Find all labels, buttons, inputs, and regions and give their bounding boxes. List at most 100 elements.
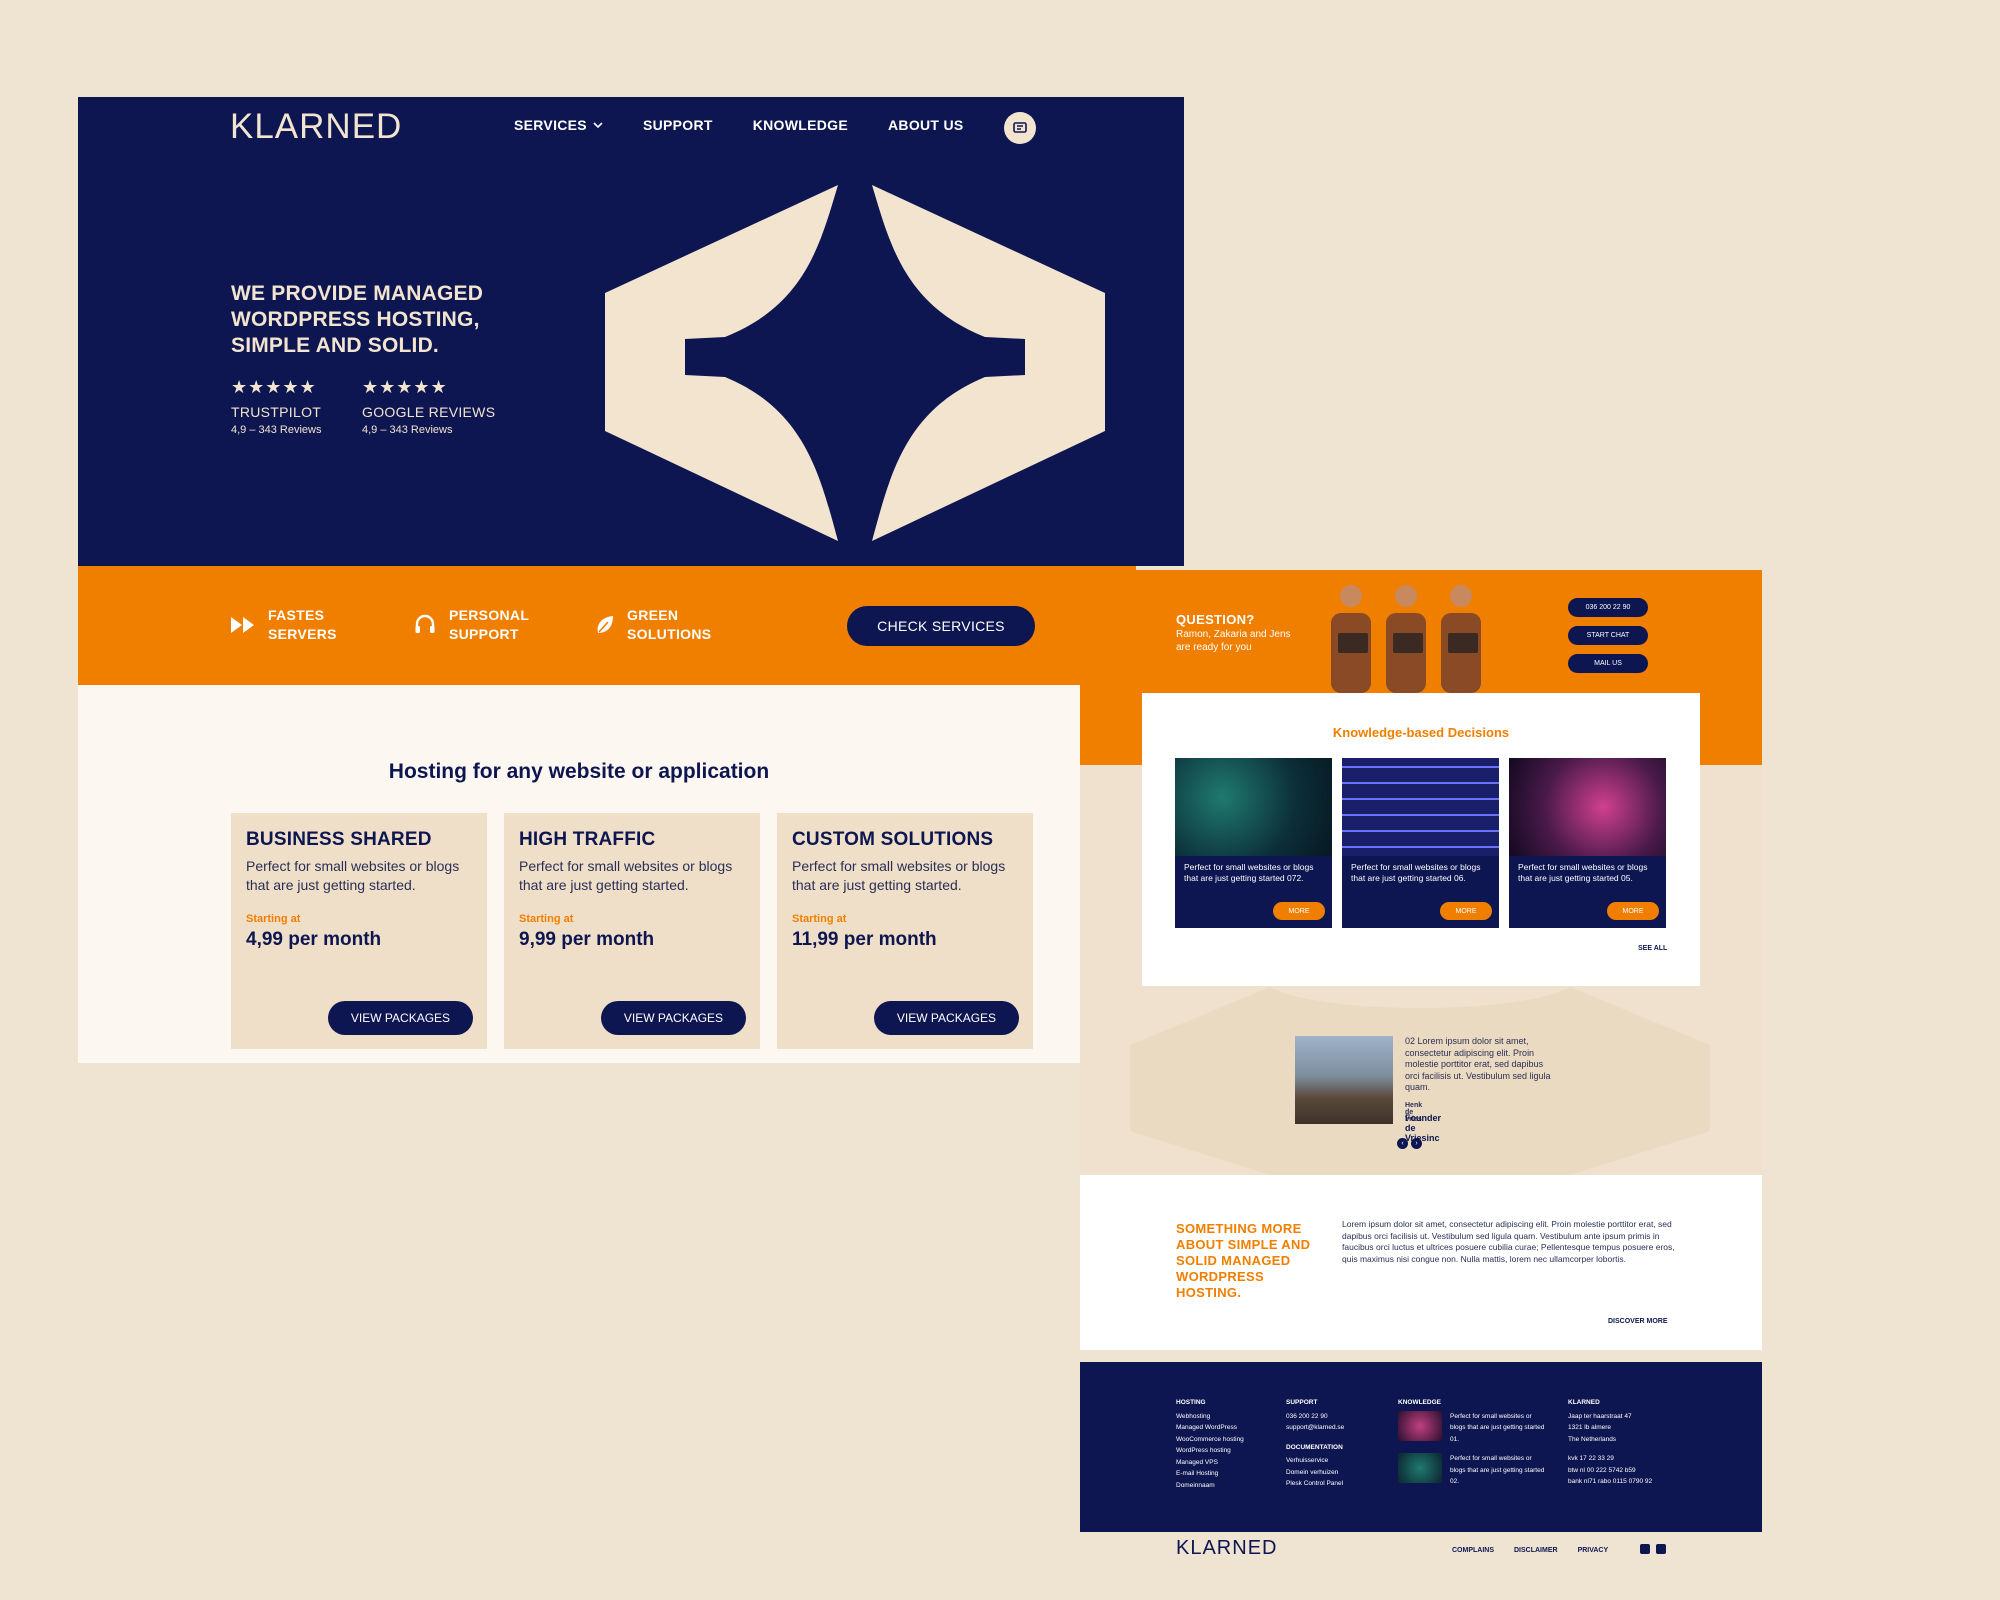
see-all-link[interactable]: SEE ALL bbox=[1638, 945, 1667, 952]
footer-link[interactable]: Domeinnaam bbox=[1176, 1480, 1244, 1492]
review-count: 4,9 – 343 Reviews bbox=[231, 424, 322, 436]
card-description: Perfect for small websites or blogs that… bbox=[246, 858, 460, 893]
hosting-card-business-shared: BUSINESS SHARED Perfect for small websit… bbox=[231, 813, 487, 1049]
footer-link[interactable]: Managed WordPress bbox=[1176, 1422, 1244, 1434]
chevron-right-icon[interactable]: › bbox=[1411, 1138, 1422, 1149]
nav-about-us[interactable]: ABOUT US bbox=[888, 117, 964, 133]
knowledge-text: Perfect for small websites or blogs that… bbox=[1184, 862, 1314, 883]
knowledge-card[interactable]: Perfect for small websites or blogs that… bbox=[1175, 758, 1332, 928]
nav-knowledge[interactable]: KNOWLEDGE bbox=[753, 117, 848, 133]
price-label: Starting at bbox=[246, 913, 301, 925]
support-team-image bbox=[1331, 585, 1481, 693]
price-value: 4,99 per month bbox=[246, 929, 382, 950]
discover-more-link[interactable]: DISCOVER MORE bbox=[1608, 1318, 1668, 1325]
question-title: QUESTION? bbox=[1176, 612, 1255, 627]
knowledge-card[interactable]: Perfect for small websites or blogs that… bbox=[1342, 758, 1499, 928]
more-button[interactable]: MORE bbox=[1607, 902, 1659, 920]
check-services-button[interactable]: CHECK SERVICES bbox=[847, 606, 1035, 646]
footer-link[interactable]: Managed VPS bbox=[1176, 1457, 1244, 1469]
about-text: Lorem ipsum dolor sit amet, consectetur … bbox=[1342, 1219, 1675, 1264]
footer-knowledge-item[interactable]: Perfect for small websites or blogs that… bbox=[1398, 1453, 1548, 1488]
hero-section: KLARNED SERVICES SUPPORT KNOWLEDGE ABOUT… bbox=[78, 97, 1184, 566]
feature-green-solutions: GREEN SOLUTIONS bbox=[595, 606, 711, 644]
testimonial: 02 Lorem ipsum dolor sit amet, consectet… bbox=[1295, 1036, 1551, 1143]
price-label: Starting at bbox=[519, 913, 574, 925]
start-chat-button[interactable]: START CHAT bbox=[1568, 626, 1648, 645]
footer-link[interactable]: 036 200 22 90 bbox=[1286, 1411, 1344, 1423]
view-packages-button[interactable]: VIEW PACKAGES bbox=[601, 1001, 746, 1035]
knowledge-text: Perfect for small websites or blogs that… bbox=[1518, 862, 1648, 883]
knowledge-thumb bbox=[1398, 1453, 1442, 1483]
card-title: BUSINESS SHARED bbox=[246, 829, 432, 850]
footer: HOSTING Webhosting Managed WordPress Woo… bbox=[1080, 1362, 1762, 1532]
about-section: SOMETHING MORE ABOUT SIMPLE AND SOLID MA… bbox=[1080, 1175, 1762, 1350]
nav-support[interactable]: SUPPORT bbox=[643, 117, 713, 133]
feature-fast-servers: FASTES SERVERS bbox=[230, 606, 337, 644]
rating-stars: ★★★★★ bbox=[231, 377, 317, 397]
instagram-icon[interactable] bbox=[1656, 1544, 1666, 1554]
footer-support-column: SUPPORT 036 200 22 90 support@klarned.se… bbox=[1286, 1397, 1344, 1490]
social-links bbox=[1640, 1544, 1666, 1554]
hosting-section: Hosting for any website or application B… bbox=[78, 685, 1080, 1063]
review-source: TRUSTPILOT bbox=[231, 404, 322, 420]
knowledge-text: Perfect for small websites or blogs that… bbox=[1351, 862, 1481, 883]
footer-link[interactable]: Plesk Control Panel bbox=[1286, 1478, 1344, 1490]
fast-forward-icon bbox=[231, 617, 254, 633]
view-packages-button[interactable]: VIEW PACKAGES bbox=[328, 1001, 473, 1035]
footer-link[interactable]: Verhuisservice bbox=[1286, 1455, 1344, 1467]
chevron-down-icon bbox=[593, 121, 603, 128]
carousel-controls: ‹ › bbox=[1397, 1138, 1422, 1149]
legal-links: COMPLAINS DISCLAIMER PRIVACY bbox=[1452, 1547, 1608, 1554]
mail-us-button[interactable]: MAIL US bbox=[1568, 654, 1648, 673]
footer-link[interactable]: Webhosting bbox=[1176, 1411, 1244, 1423]
chevron-left-icon[interactable]: ‹ bbox=[1397, 1138, 1408, 1149]
contact-buttons: 036 200 22 90 START CHAT MAIL US bbox=[1568, 598, 1648, 673]
facebook-icon[interactable] bbox=[1640, 1544, 1650, 1554]
hero-title: WE PROVIDE MANAGED WORDPRESS HOSTING, SI… bbox=[231, 282, 484, 357]
knowledge-thumb bbox=[1398, 1410, 1442, 1441]
hosting-card-custom-solutions: CUSTOM SOLUTIONS Perfect for small websi… bbox=[777, 813, 1033, 1049]
footer-link[interactable]: WordPress hosting bbox=[1176, 1445, 1244, 1457]
footer-logo[interactable]: KLARNED bbox=[1176, 1537, 1277, 1560]
footer-knowledge-item[interactable]: Perfect for small websites or blogs that… bbox=[1398, 1410, 1548, 1446]
section-title: Hosting for any website or application bbox=[388, 760, 770, 783]
main-nav: SERVICES SUPPORT KNOWLEDGE ABOUT US bbox=[514, 117, 964, 133]
knowledge-section: Knowledge-based Decisions Perfect for sm… bbox=[1142, 693, 1700, 986]
testimonial-photo bbox=[1295, 1036, 1393, 1124]
cart-icon bbox=[1013, 122, 1027, 133]
footer-link[interactable]: support@klarned.se bbox=[1286, 1422, 1344, 1434]
complains-link[interactable]: COMPLAINS bbox=[1452, 1547, 1494, 1554]
price-label: Starting at bbox=[792, 913, 847, 925]
disclaimer-link[interactable]: DISCLAIMER bbox=[1514, 1547, 1558, 1554]
privacy-link[interactable]: PRIVACY bbox=[1578, 1547, 1609, 1554]
review-source: GOOGLE REVIEWS bbox=[362, 404, 496, 420]
knowledge-card[interactable]: Perfect for small websites or blogs that… bbox=[1509, 758, 1666, 928]
review-google[interactable]: ★★★★★ GOOGLE REVIEWS 4,9 – 343 Reviews bbox=[362, 377, 495, 436]
about-title: SOMETHING MORE ABOUT SIMPLE AND SOLID MA… bbox=[1176, 1221, 1311, 1300]
price-value: 9,99 per month bbox=[519, 929, 655, 950]
section-title: Knowledge-based Decisions bbox=[1332, 725, 1510, 740]
headset-icon bbox=[415, 614, 435, 633]
knowledge-image bbox=[1175, 758, 1332, 856]
review-count: 4,9 – 343 Reviews bbox=[362, 424, 453, 436]
footer-knowledge-column: KNOWLEDGE Perfect for small websites or … bbox=[1398, 1397, 1548, 1496]
view-packages-button[interactable]: VIEW PACKAGES bbox=[874, 1001, 1019, 1035]
brand-logo[interactable]: KLARNED bbox=[230, 107, 402, 147]
card-description: Perfect for small websites or blogs that… bbox=[519, 858, 733, 893]
footer-link[interactable]: E-mail Hosting bbox=[1176, 1468, 1244, 1480]
rating-stars: ★★★★★ bbox=[362, 377, 448, 397]
footer-hosting-column: HOSTING Webhosting Managed WordPress Woo… bbox=[1176, 1397, 1244, 1491]
card-title: HIGH TRAFFIC bbox=[519, 829, 656, 850]
testimonial-quote: 02 Lorem ipsum dolor sit amet, consectet… bbox=[1405, 1036, 1551, 1092]
knowledge-image bbox=[1342, 758, 1499, 856]
features-bar: FASTES SERVERS PERSONAL SUPPORT GREEN SOLUT… bbox=[78, 566, 1136, 685]
footer-link[interactable]: Domein verhuizen bbox=[1286, 1467, 1344, 1479]
review-trustpilot[interactable]: ★★★★★ TRUSTPILOT 4,9 – 343 Reviews bbox=[231, 377, 322, 436]
card-title: CUSTOM SOLUTIONS bbox=[792, 829, 994, 850]
more-button[interactable]: MORE bbox=[1440, 902, 1492, 920]
nav-services[interactable]: SERVICES bbox=[514, 117, 603, 133]
cart-button[interactable] bbox=[1004, 112, 1036, 144]
call-button[interactable]: 036 200 22 90 bbox=[1568, 598, 1648, 617]
more-button[interactable]: MORE bbox=[1273, 902, 1325, 920]
footer-link[interactable]: WooCommerce hosting bbox=[1176, 1434, 1244, 1446]
